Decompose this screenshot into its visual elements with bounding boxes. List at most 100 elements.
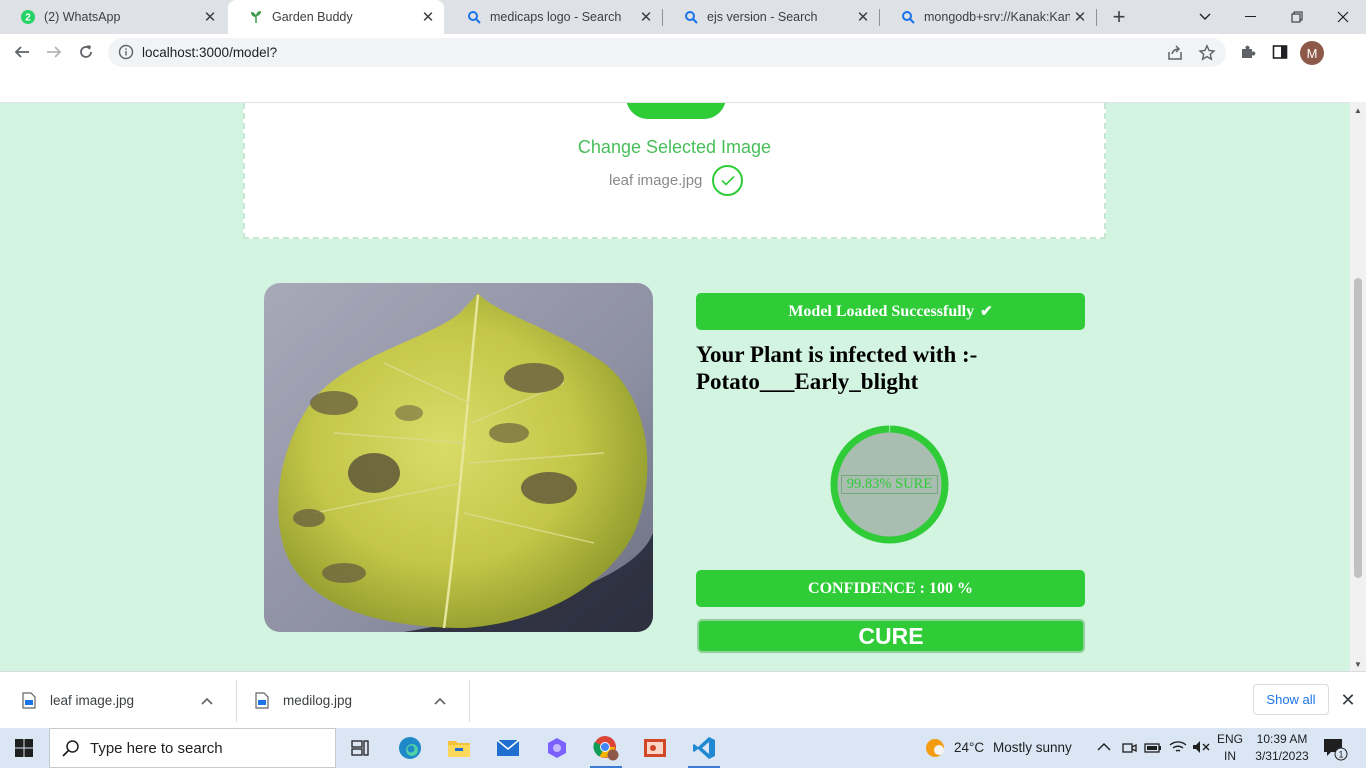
download-item[interactable]: leaf image.jpg (0, 672, 214, 729)
tab-strip: 2 (2) WhatsApp ✕ Garden Buddy ✕ medicaps… (0, 0, 1366, 34)
chevron-up-icon[interactable] (200, 694, 214, 708)
puzzle-icon (1242, 45, 1256, 58)
file-icon (22, 692, 36, 709)
close-icon[interactable]: ✕ (636, 7, 656, 27)
new-tab-button[interactable]: + (1106, 4, 1132, 29)
close-icon (1337, 11, 1349, 23)
reload-button[interactable] (72, 38, 100, 66)
vscode-icon (693, 737, 715, 759)
app-icon (548, 738, 566, 758)
upload-button[interactable] (626, 103, 726, 119)
weather-temp[interactable]: 24°C (954, 740, 984, 755)
close-icon[interactable]: ✕ (418, 7, 438, 27)
side-panel-button[interactable] (1266, 38, 1294, 66)
close-icon[interactable]: ✕ (200, 7, 220, 27)
restore-button[interactable] (1274, 0, 1320, 34)
change-image-link[interactable]: Change Selected Image (245, 137, 1104, 158)
tab-title: ejs version - Search (707, 10, 818, 24)
arrow-right-icon (47, 46, 62, 58)
presentation-icon (644, 739, 666, 757)
scroll-down-icon[interactable]: ▼ (1354, 660, 1362, 669)
notification-icon[interactable]: 1 (1323, 737, 1349, 761)
battery-icon[interactable] (1144, 740, 1162, 756)
page-viewport: Change Selected Image leaf image.jpg Mod… (0, 102, 1366, 671)
tab-title: (2) WhatsApp (44, 10, 121, 24)
tab-garden-buddy[interactable]: Garden Buddy ✕ (228, 0, 444, 34)
close-icon[interactable]: ✕ (1070, 7, 1090, 27)
taskbar-mail[interactable] (484, 728, 532, 768)
extensions-button[interactable] (1234, 38, 1262, 66)
result-intro: Your Plant is infected with :- (696, 342, 978, 367)
tab-separator (1096, 9, 1097, 26)
chevron-up-icon[interactable] (433, 694, 447, 708)
search-icon (683, 9, 699, 25)
task-view-button[interactable] (336, 728, 384, 768)
minimize-button[interactable] (1228, 0, 1274, 34)
notification-count: 1 (1338, 750, 1343, 760)
wifi-icon[interactable] (1169, 739, 1187, 755)
taskbar-powerpoint[interactable] (631, 728, 679, 768)
scroll-thumb[interactable] (1354, 278, 1362, 578)
gauge-label: 99.83% SURE (841, 475, 938, 494)
tab-search-button[interactable] (1182, 0, 1228, 34)
tab-whatsapp[interactable]: 2 (2) WhatsApp ✕ (0, 0, 226, 34)
taskbar-vscode[interactable] (680, 728, 728, 768)
chevron-down-icon (1199, 13, 1211, 20)
taskbar-chrome[interactable] (582, 728, 630, 768)
region-code: IN (1224, 749, 1236, 763)
arrow-left-icon (14, 46, 29, 58)
taskbar-search[interactable]: Type here to search (49, 728, 336, 768)
confidence-badge: CONFIDENCE : 100 % (696, 570, 1085, 607)
edge-icon (399, 737, 421, 759)
profile-avatar[interactable]: M (1300, 41, 1324, 65)
close-shelf-icon[interactable]: ✕ (1338, 688, 1358, 712)
whatsapp-icon: 2 (20, 9, 36, 25)
task-view-icon (351, 740, 369, 756)
forward-button[interactable] (40, 38, 68, 66)
show-all-downloads-button[interactable]: Show all (1253, 684, 1329, 715)
language-indicator[interactable]: ENG IN (1209, 731, 1251, 765)
download-shelf: leaf image.jpg medilog.jpg Show all ✕ (0, 671, 1366, 728)
windows-taskbar: Type here to search 24°C Mostly sunny EN… (0, 728, 1366, 768)
address-bar[interactable]: localhost:3000/model? (108, 38, 1226, 67)
weather-sun-icon[interactable] (924, 737, 946, 759)
start-button[interactable] (0, 728, 48, 768)
back-button[interactable] (8, 38, 36, 66)
search-icon (900, 9, 916, 25)
scroll-up-icon[interactable]: ▲ (1354, 106, 1362, 115)
volume-muted-icon[interactable] (1192, 739, 1210, 755)
bookmark-star-icon[interactable] (1198, 44, 1216, 62)
chrome-icon (593, 736, 619, 761)
info-icon[interactable] (118, 44, 134, 60)
search-icon (466, 9, 482, 25)
search-icon (62, 740, 79, 757)
tab-ejs-search[interactable]: ejs version - Search ✕ (663, 0, 879, 34)
weather-text[interactable]: Mostly sunny (993, 740, 1072, 755)
taskbar-file-explorer[interactable] (435, 728, 483, 768)
tab-title: mongodb+srv://Kanak:Kanak (924, 10, 1070, 24)
check-icon (712, 165, 744, 196)
mail-icon (496, 739, 520, 756)
tab-medicaps-search[interactable]: medicaps logo - Search ✕ (446, 0, 662, 34)
gauge-gap (889, 425, 891, 433)
browser-toolbar: localhost:3000/model? (0, 34, 1366, 70)
cure-button[interactable]: CURE (697, 619, 1085, 653)
meet-now-icon[interactable] (1121, 740, 1137, 756)
minimize-icon (1245, 16, 1256, 17)
page-scrollbar[interactable]: ▲ ▼ (1350, 102, 1366, 671)
taskbar-edge[interactable] (386, 728, 434, 768)
reload-icon (80, 45, 92, 58)
tab-title: Garden Buddy (272, 10, 353, 24)
check-icon: ✔ (980, 304, 993, 320)
chevron-up-icon[interactable] (1097, 742, 1111, 752)
leaf-image (264, 283, 653, 632)
close-icon[interactable]: ✕ (853, 7, 873, 27)
share-icon[interactable] (1166, 44, 1184, 62)
download-item[interactable]: medilog.jpg (233, 672, 447, 729)
taskbar-app[interactable] (533, 728, 581, 768)
selected-file-row: leaf image.jpg (609, 165, 744, 196)
status-label: Model Loaded Successfully (788, 302, 975, 320)
close-window-button[interactable] (1320, 0, 1366, 34)
tab-mongodb-search[interactable]: mongodb+srv://Kanak:Kanak ✕ (880, 0, 1096, 34)
clock[interactable]: 10:39 AM 3/31/2023 (1252, 731, 1312, 765)
